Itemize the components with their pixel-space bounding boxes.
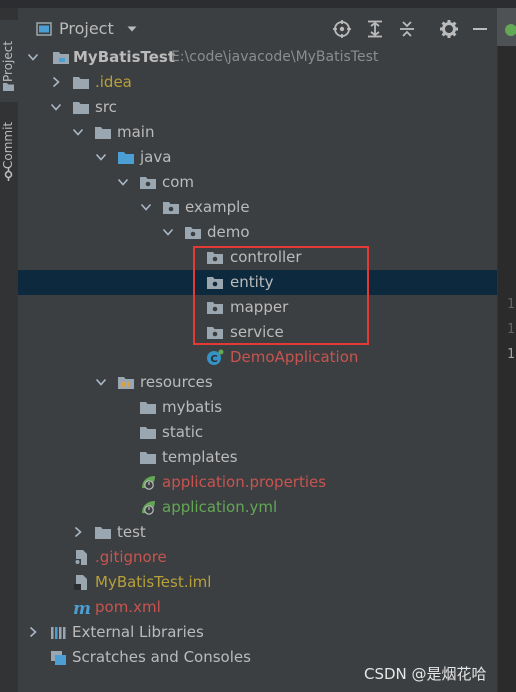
tree-row-pom[interactable]: m pom.xml	[18, 595, 497, 620]
tree-row-demo[interactable]: demo	[18, 220, 497, 245]
java-label: java	[140, 148, 172, 166]
com-label: com	[162, 173, 195, 191]
tree-row-example[interactable]: example	[18, 195, 497, 220]
module-folder-icon	[53, 52, 69, 64]
project-tab[interactable]: Project	[0, 20, 18, 102]
chevron-down-icon[interactable]	[95, 151, 107, 163]
source-folder-icon	[118, 152, 134, 164]
tree-row-resources[interactable]: resources	[18, 370, 497, 395]
chevron-right-icon[interactable]	[72, 526, 84, 538]
tree-row-idea[interactable]: .idea	[18, 70, 497, 95]
templates-label: templates	[162, 448, 238, 466]
library-icon	[51, 627, 66, 639]
tree-row-application-yml[interactable]: application.yml	[18, 495, 497, 520]
tree-row-java[interactable]: java	[18, 145, 497, 170]
project-panel-header: Project	[18, 10, 497, 48]
locate-icon[interactable]	[332, 19, 352, 39]
expand-all-icon[interactable]	[365, 19, 385, 39]
tree-row-iml[interactable]: MyBatisTest.iml	[18, 570, 497, 595]
watermark: CSDN @是烟花哈	[364, 665, 487, 683]
gutter-line-number: 1	[507, 297, 515, 312]
panel-title[interactable]: Project	[59, 19, 114, 38]
chevron-down-icon[interactable]	[117, 176, 129, 188]
gitignore-label: .gitignore	[95, 548, 167, 566]
iml-label: MyBatisTest.iml	[95, 573, 212, 591]
gutter-line-number: 1	[507, 322, 515, 337]
chevron-down-icon[interactable]	[95, 376, 107, 388]
package-icon	[140, 177, 156, 189]
resources-label: resources	[140, 373, 213, 391]
idea-label: .idea	[95, 73, 132, 91]
folder-icon	[140, 402, 156, 414]
folder-icon	[95, 127, 111, 139]
gutter-line-number: 1	[507, 347, 515, 362]
tree-row-application-properties[interactable]: application.properties	[18, 470, 497, 495]
maven-icon: m	[73, 599, 90, 616]
tree-row-demo-application[interactable]: C DemoApplication	[18, 345, 497, 370]
spring-config-icon	[142, 476, 155, 490]
highlight-box	[193, 246, 369, 345]
folder-icon	[73, 77, 89, 89]
chevron-right-icon[interactable]	[50, 76, 62, 88]
folder-icon	[3, 83, 14, 91]
tree-row-src[interactable]: src	[18, 95, 497, 120]
minimize-icon[interactable]	[470, 19, 490, 39]
tree-row-mybatis[interactable]: mybatis	[18, 395, 497, 420]
tree-row-main[interactable]: main	[18, 120, 497, 145]
chevron-down-icon[interactable]	[72, 126, 84, 138]
top-strip	[0, 0, 516, 8]
application-properties-label: application.properties	[162, 473, 327, 491]
chevron-down-icon[interactable]	[27, 51, 39, 63]
chevron-down-icon[interactable]	[140, 201, 152, 213]
main-label: main	[117, 123, 155, 141]
resources-folder-icon	[118, 377, 134, 389]
tool-window-strip: Project Commit	[0, 8, 19, 692]
external-libraries-label: External Libraries	[72, 623, 204, 641]
tree-row-templates[interactable]: templates	[18, 445, 497, 470]
gitignore-file-icon	[74, 550, 87, 565]
static-label: static	[162, 423, 204, 441]
example-label: example	[185, 198, 250, 216]
demo-application-label: DemoApplication	[230, 348, 359, 366]
chevron-down-icon[interactable]	[162, 226, 174, 238]
chevron-down-icon[interactable]	[126, 23, 138, 35]
chevron-right-icon[interactable]	[27, 626, 39, 638]
folder-icon	[73, 102, 89, 114]
src-label: src	[95, 98, 117, 116]
tree-row-external-libraries[interactable]: External Libraries	[18, 620, 497, 645]
package-icon	[185, 227, 201, 239]
package-icon	[163, 202, 179, 214]
commit-icon	[4, 168, 13, 181]
demo-label: demo	[207, 223, 250, 241]
editor-tab[interactable]	[497, 8, 516, 46]
spring-config-icon	[142, 501, 155, 515]
tree-row-com[interactable]: com	[18, 170, 497, 195]
collapse-all-icon[interactable]	[397, 19, 417, 39]
mybatis-label: mybatis	[162, 398, 223, 416]
module-file-icon	[74, 575, 87, 590]
commit-tab[interactable]: Commit	[1, 116, 17, 174]
svg-text:m: m	[73, 599, 90, 616]
svg-text:C: C	[210, 354, 217, 365]
gear-icon[interactable]	[439, 19, 459, 39]
tree-row-test[interactable]: test	[18, 520, 497, 545]
folder-icon	[140, 452, 156, 464]
root-path: E:\code\javacode\MyBatisTest	[171, 49, 379, 65]
root-label: MyBatisTest	[73, 48, 176, 66]
pom-label: pom.xml	[95, 598, 161, 616]
spring-class-icon: C	[207, 349, 224, 365]
application-yml-label: application.yml	[162, 498, 278, 516]
chevron-down-icon[interactable]	[50, 101, 62, 113]
file-icon	[505, 24, 516, 36]
tree-row-static[interactable]: static	[18, 420, 497, 445]
scratches-label: Scratches and Consoles	[72, 648, 251, 666]
scratches-icon	[51, 651, 66, 665]
tree-row-gitignore[interactable]: .gitignore	[18, 545, 497, 570]
folder-icon	[140, 427, 156, 439]
tree-row-root[interactable]: MyBatisTest E:\code\javacode\MyBatisTest	[18, 45, 497, 70]
project-view-icon	[36, 22, 52, 36]
folder-icon	[95, 527, 111, 539]
test-label: test	[117, 523, 146, 541]
